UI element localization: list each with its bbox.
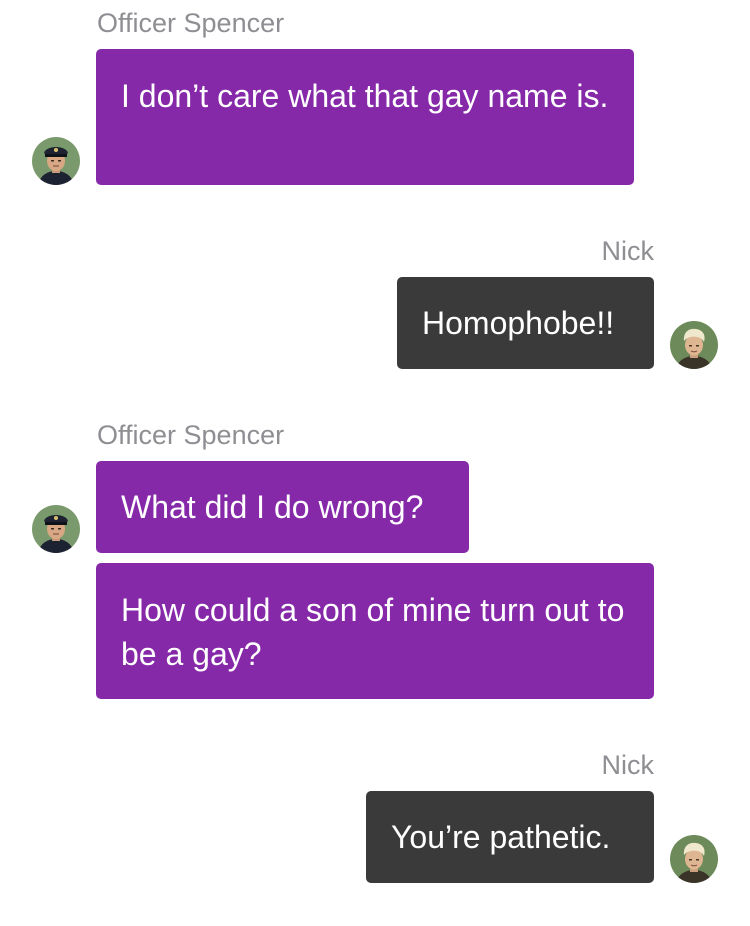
sender-name-officer-spencer: Officer Spencer xyxy=(97,8,285,38)
sender-name-nick: Nick xyxy=(601,750,655,780)
message-bubble-officer: What did I do wrong? xyxy=(96,461,469,553)
message-text: Homophobe!! xyxy=(422,305,615,341)
officer-avatar-icon[interactable] xyxy=(32,505,80,553)
message-bubble-nick: Homophobe!! xyxy=(397,277,654,369)
message-bubble-officer: How could a son of mine turn out to be a… xyxy=(96,563,654,699)
message-text: What did I do wrong? xyxy=(121,489,424,525)
message-text: How could a son of mine turn out to be a… xyxy=(121,592,625,672)
nick-avatar-icon[interactable] xyxy=(670,321,718,369)
message-text: You’re pathetic. xyxy=(391,819,611,855)
message-bubble-officer: I don’t care what that gay name is. xyxy=(96,49,634,185)
sender-name-nick: Nick xyxy=(601,236,655,266)
message-bubble-nick: You’re pathetic. xyxy=(366,791,654,883)
nick-avatar-icon[interactable] xyxy=(670,835,718,883)
message-text: I don’t care what that gay name is. xyxy=(121,78,609,114)
sender-name-officer-spencer: Officer Spencer xyxy=(97,420,285,450)
officer-avatar-icon[interactable] xyxy=(32,137,80,185)
